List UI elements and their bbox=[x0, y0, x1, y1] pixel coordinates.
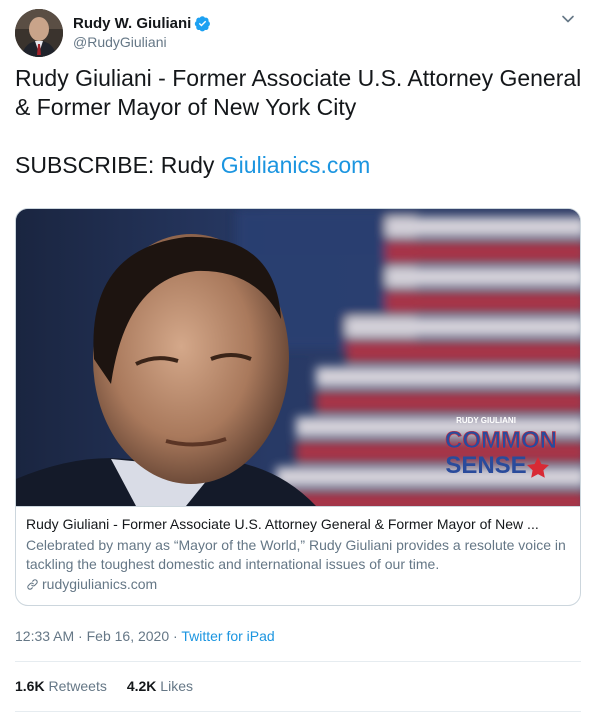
likes-count: 4.2K bbox=[126, 678, 157, 694]
tweet-stats: 1.6K Retweets 4.2K Likes bbox=[15, 677, 213, 696]
meta-separator-1: · bbox=[74, 628, 87, 644]
author-handle[interactable]: @RudyGiuliani bbox=[73, 33, 211, 52]
author-names: Rudy W. Giuliani @RudyGiuliani bbox=[73, 14, 211, 52]
link-icon bbox=[27, 579, 38, 590]
tweet-text: Rudy Giuliani - Former Associate U.S. At… bbox=[15, 64, 581, 180]
card-description: Celebrated by many as “Mayor of the Worl… bbox=[26, 537, 566, 572]
link-preview-card[interactable]: RUDY GIULIANI COMMON SENSE Rudy Giuliani… bbox=[15, 208, 581, 606]
card-image[interactable]: RUDY GIULIANI COMMON SENSE bbox=[16, 209, 580, 506]
subscribe-prefix: SUBSCRIBE: Rudy bbox=[15, 152, 221, 178]
user-avatar[interactable] bbox=[15, 9, 63, 57]
card-domain: rudygiulianics.com bbox=[26, 575, 570, 594]
retweets-stat[interactable]: 1.6K Retweets bbox=[15, 677, 107, 696]
avatar-image bbox=[15, 9, 63, 57]
tweet-source-link[interactable]: Twitter for iPad bbox=[181, 628, 274, 644]
card-logo-small-text: RUDY GIULIANI bbox=[456, 416, 516, 425]
chevron-down-icon[interactable] bbox=[559, 10, 577, 28]
retweets-count: 1.6K bbox=[15, 678, 45, 694]
tweet-text-spacer bbox=[15, 122, 581, 151]
tweet-text-line-1: Rudy Giuliani - Former Associate U.S. At… bbox=[15, 65, 582, 91]
card-domain-text: rudygiulianics.com bbox=[42, 576, 158, 592]
retweets-label: Retweets bbox=[48, 678, 107, 694]
card-logo-word-2: SENSE bbox=[445, 452, 526, 479]
tweet-subscribe-line: SUBSCRIBE: Rudy Giulianics.com bbox=[15, 151, 581, 180]
tweet-time[interactable]: 12:33 AM bbox=[15, 628, 74, 644]
card-body: Rudy Giuliani - Former Associate U.S. At… bbox=[16, 506, 580, 594]
divider-bottom bbox=[15, 711, 581, 712]
divider bbox=[15, 661, 581, 662]
card-logo-word-1: COMMON bbox=[445, 427, 557, 454]
tweet-metadata: 12:33 AM · Feb 16, 2020 · Twitter for iP… bbox=[15, 627, 275, 646]
likes-stat[interactable]: 4.2K Likes bbox=[127, 677, 193, 696]
author-display-name[interactable]: Rudy W. Giuliani bbox=[73, 14, 191, 33]
name-row: Rudy W. Giuliani bbox=[73, 14, 211, 33]
verified-badge-icon bbox=[194, 15, 211, 32]
tweet-header: Rudy W. Giuliani @RudyGiuliani bbox=[15, 9, 581, 57]
subscribe-link[interactable]: Giulianics.com bbox=[221, 152, 371, 178]
tweet-date[interactable]: Feb 16, 2020 bbox=[87, 628, 170, 644]
card-title: Rudy Giuliani - Former Associate U.S. At… bbox=[26, 516, 539, 532]
tweet-text-line-2: & Former Mayor of New York City bbox=[15, 94, 357, 120]
likes-label: Likes bbox=[160, 678, 193, 694]
meta-separator-2: · bbox=[169, 628, 182, 644]
